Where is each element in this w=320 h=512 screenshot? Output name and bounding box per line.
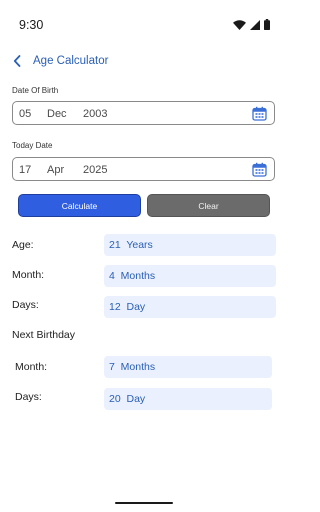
dob-month: Dec xyxy=(47,108,67,120)
calendar-icon[interactable] xyxy=(252,106,267,121)
app-bar: Age Calculator xyxy=(0,42,288,80)
today-day: 17 xyxy=(19,164,32,176)
dob-year: 2003 xyxy=(83,108,108,120)
today-label: Today Date xyxy=(12,141,53,150)
age-label: Age: xyxy=(12,239,34,251)
days-value: 12 Day xyxy=(104,296,276,318)
dob-field[interactable]: 05 Dec 2003 xyxy=(12,101,275,125)
status-icons xyxy=(233,19,270,30)
calculate-button[interactable]: Calculate xyxy=(18,194,141,217)
clear-button[interactable]: Clear xyxy=(147,194,270,217)
battery-icon xyxy=(264,19,270,30)
calendar-icon[interactable] xyxy=(252,162,267,177)
month-label: Month: xyxy=(12,269,45,281)
month-value: 4 Months xyxy=(104,265,276,287)
back-button[interactable] xyxy=(8,50,26,72)
next-birthday-title: Next Birthday xyxy=(12,329,76,341)
chevron-left-icon xyxy=(13,55,21,67)
home-indicator[interactable] xyxy=(115,502,173,504)
today-field[interactable]: 17 Apr 2025 xyxy=(12,157,275,181)
today-month: Apr xyxy=(47,164,65,176)
next-month-value: 7 Months xyxy=(104,356,272,378)
status-time: 9:30 xyxy=(19,18,44,32)
dob-day: 05 xyxy=(19,108,32,120)
next-month-label: Month: xyxy=(15,361,48,373)
age-value: 21 Years xyxy=(104,234,276,256)
wifi-icon xyxy=(233,19,246,30)
status-bar: 9:30 xyxy=(0,0,288,40)
next-days-label: Days: xyxy=(15,391,42,403)
dob-label: Date Of Birth xyxy=(12,86,59,95)
days-label: Days: xyxy=(12,299,39,311)
signal-icon xyxy=(250,19,260,30)
today-year: 2025 xyxy=(83,164,108,176)
page-title: Age Calculator xyxy=(33,55,109,67)
next-days-value: 20 Day xyxy=(104,388,272,410)
